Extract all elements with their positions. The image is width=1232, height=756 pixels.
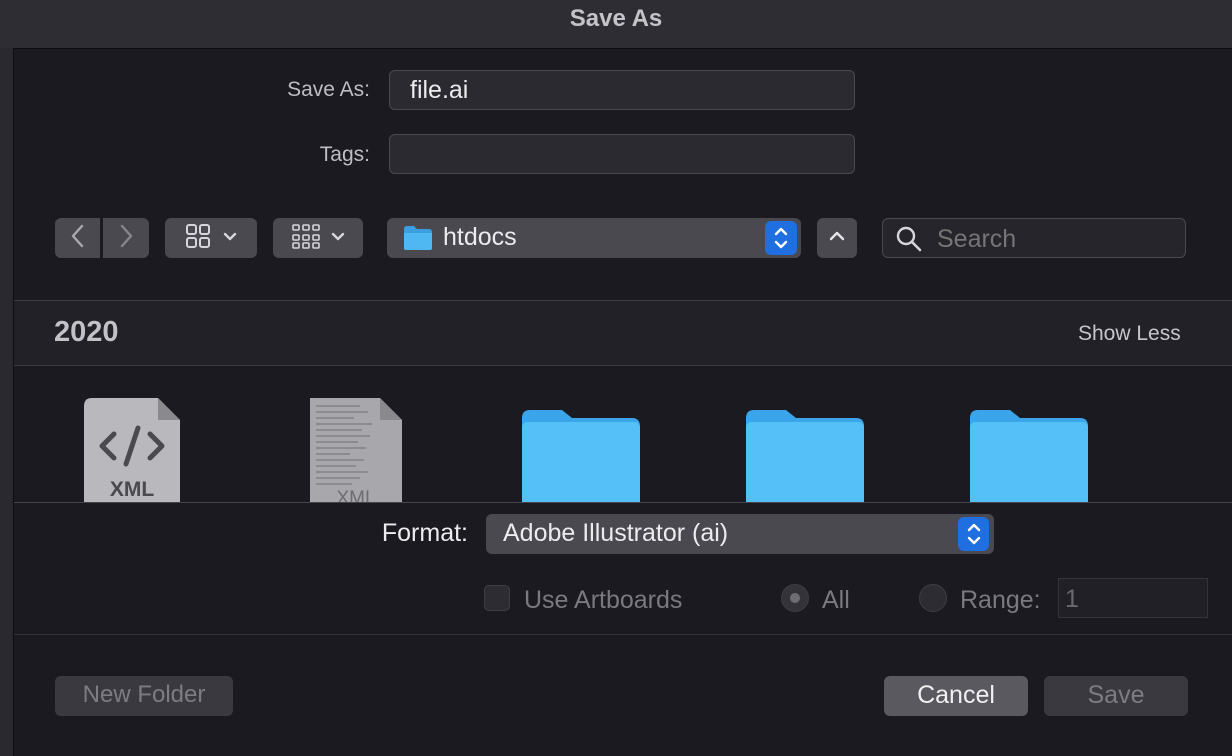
range-input[interactable]: 1 [1058,578,1208,618]
file-item[interactable]: XML [84,398,180,502]
updown-arrows-icon [765,221,797,255]
folder-item[interactable] [522,408,640,502]
location-label: htdocs [443,223,517,251]
save-as-label: Save As: [287,78,370,101]
folder-item[interactable] [970,408,1088,502]
file-browser[interactable]: XML XML [14,366,1232,502]
format-popup[interactable]: Adobe Illustrator (ai) [486,514,994,554]
forward-button[interactable] [103,218,149,258]
chevron-up-icon [829,229,845,247]
search-icon [895,225,923,258]
chevron-down-icon [331,229,345,247]
folder-icon [522,410,640,502]
dialog-title: Save As [569,5,663,32]
all-label: All [822,586,850,614]
save-as-value: file.ai [410,76,469,104]
folder-item[interactable] [746,408,864,502]
use-artboards-label: Use Artboards [524,586,683,614]
chevron-down-icon [223,229,237,247]
folder-icon [746,410,864,502]
view-mode-button[interactable] [165,218,257,258]
save-as-input[interactable]: file.ai [389,70,855,110]
back-button[interactable] [55,218,100,258]
file-badge: XML [109,478,155,501]
section-header [14,301,1232,365]
file-item[interactable]: XML [310,398,402,502]
format-value: Adobe Illustrator (ai) [503,519,729,547]
location-popup[interactable]: htdocs [387,218,801,258]
updown-arrows-icon [958,517,989,551]
chevron-left-icon [70,224,86,253]
range-value: 1 [1065,585,1079,613]
group-view-icon [291,223,321,254]
all-radio[interactable] [781,584,809,612]
tags-input[interactable] [389,134,855,174]
folder-icon [970,410,1088,502]
format-label: Format: [381,519,468,547]
search-field[interactable] [882,218,1186,258]
new-folder-button[interactable]: New Folder [55,676,233,716]
radio-dot [790,593,800,603]
grid-view-icon [185,223,211,254]
section-title: 2020 [54,316,119,348]
divider [14,634,1232,635]
tags-label: Tags: [319,143,370,166]
divider [14,502,1232,503]
cancel-button[interactable]: Cancel [884,676,1028,716]
range-label: Range: [960,586,1041,614]
show-less-link[interactable]: Show Less [1078,322,1181,346]
file-badge: XML [336,488,376,502]
folder-icon [403,225,433,256]
chevron-right-icon [118,224,134,253]
collapse-button[interactable] [817,218,857,258]
window-edge [0,48,14,756]
document-thumbnail-icon [310,398,402,502]
group-mode-button[interactable] [273,218,363,258]
search-input[interactable] [935,223,1179,255]
use-artboards-checkbox[interactable] [484,585,510,611]
save-button[interactable]: Save [1044,676,1188,716]
range-radio[interactable] [919,584,947,612]
